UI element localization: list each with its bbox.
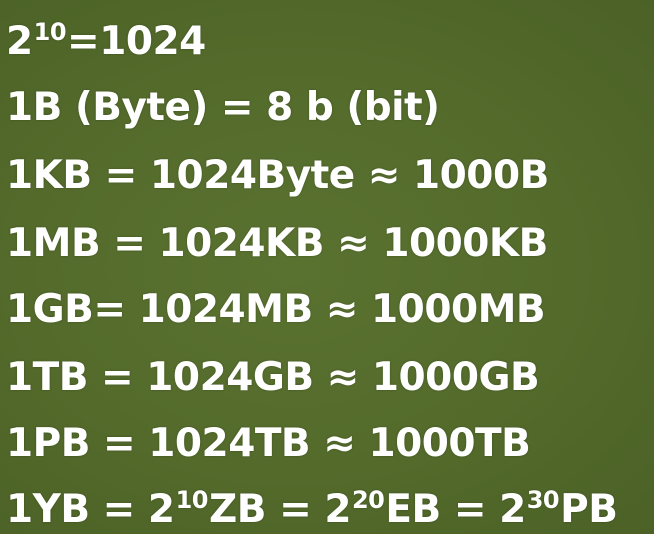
slide: 210=1024 1B (Byte) = 8 b (bit) 1KB = 102… — [0, 0, 654, 534]
line-kb: 1KB = 1024Byte ≈ 1000B — [6, 153, 549, 198]
yb-exp-20: 20 — [351, 486, 385, 514]
line-yb: 1YB = 210ZB = 220EB = 230PB — [6, 487, 618, 532]
yb-part-a: 1YB = 2 — [6, 487, 175, 532]
yb-part-b: ZB = 2 — [208, 487, 351, 532]
yb-exp-10: 10 — [175, 486, 209, 514]
yb-part-d: PB — [560, 487, 618, 532]
yb-part-c: EB = 2 — [385, 487, 526, 532]
line-pb: 1PB = 1024TB ≈ 1000TB — [6, 421, 531, 466]
exponent-10: 10 — [33, 18, 67, 46]
yb-exp-30: 30 — [526, 486, 560, 514]
line-tb: 1TB = 1024GB ≈ 1000GB — [6, 355, 540, 400]
line-mb: 1MB = 1024KB ≈ 1000KB — [6, 221, 548, 266]
line-byte-bit: 1B (Byte) = 8 b (bit) — [6, 85, 440, 130]
line-power-of-two: 210=1024 — [6, 19, 206, 64]
base-2: 2 — [6, 19, 33, 64]
equals-1024: =1024 — [67, 19, 206, 64]
line-gb: 1GB= 1024MB ≈ 1000MB — [6, 287, 546, 332]
